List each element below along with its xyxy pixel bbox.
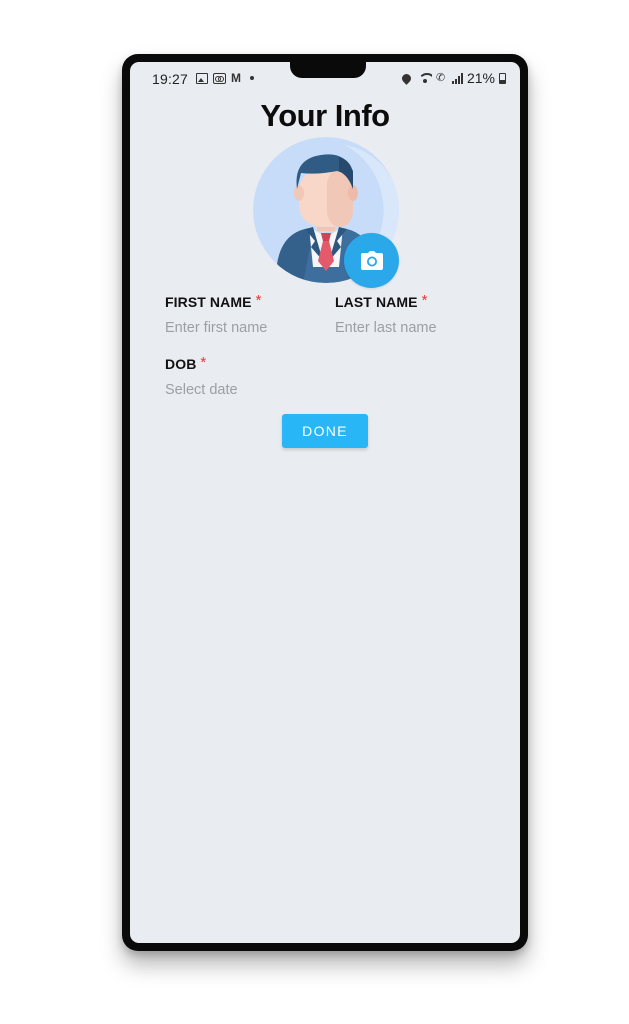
wifi-icon — [417, 72, 432, 84]
notification-icons: M — [196, 72, 254, 84]
required-marker: * — [200, 354, 207, 371]
change-photo-button[interactable] — [344, 233, 399, 288]
first-name-label: FIRST NAME — [165, 294, 252, 310]
required-marker: * — [255, 292, 262, 309]
battery-icon — [499, 72, 506, 84]
dob-field: DOB * — [165, 354, 315, 398]
last-name-input[interactable] — [335, 320, 485, 336]
camera-notch — [290, 62, 366, 78]
gallery-icon — [196, 72, 208, 84]
required-marker: * — [421, 292, 428, 309]
app-screen: 19:27 M ✆ 21% Your Info FIRST NAME * Ent… — [130, 62, 520, 943]
battery-percentage: 21% — [466, 70, 495, 86]
first-name-field: FIRST NAME * — [165, 292, 315, 336]
page-title: Your Info — [260, 98, 390, 133]
location-icon — [400, 71, 413, 85]
dob-label-row: DOB * — [165, 354, 315, 374]
first-name-input[interactable] — [165, 320, 315, 336]
last-name-label: LAST NAME — [335, 294, 418, 310]
last-name-field: LAST NAME * — [335, 292, 485, 336]
status-time: 19:27 — [152, 71, 189, 87]
last-name-label-row: LAST NAME * — [335, 292, 485, 312]
system-icons: ✆ 21% — [400, 70, 506, 86]
profile-photo — [253, 137, 399, 288]
gmail-icon: M — [231, 70, 241, 85]
first-name-label-row: FIRST NAME * — [165, 292, 315, 312]
done-button[interactable]: DONE — [282, 414, 368, 448]
wifi-calling-icon: ✆ — [435, 72, 446, 84]
dob-date-picker[interactable] — [165, 382, 315, 398]
camera-icon — [360, 251, 383, 270]
phone-frame: 19:27 M ✆ 21% Your Info FIRST NAME * Ent… — [122, 54, 528, 951]
signal-icon — [451, 72, 463, 84]
voicemail-icon — [213, 72, 226, 84]
dob-label: DOB — [165, 356, 197, 372]
more-notifications-dot-icon — [250, 76, 254, 80]
